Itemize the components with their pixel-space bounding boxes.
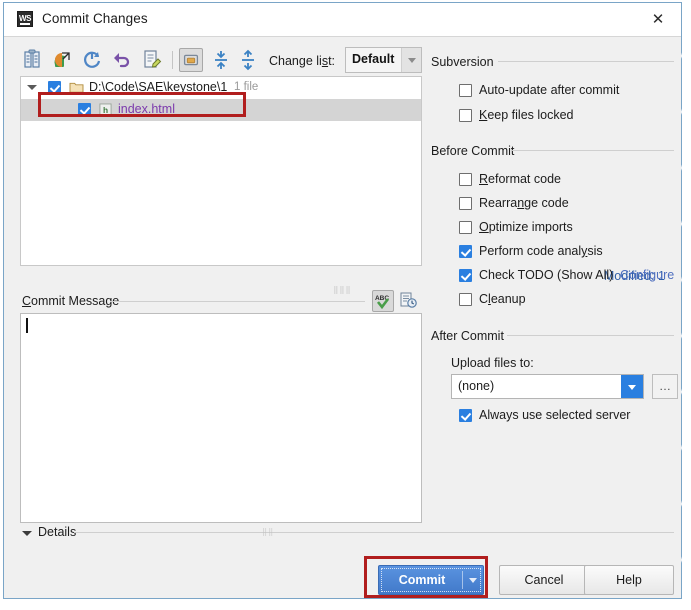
details-grip[interactable]: ⣿⣿: [262, 528, 274, 536]
checkbox-label: Reformat code: [479, 172, 561, 186]
changelist-value: Default: [352, 52, 395, 66]
checkbox-box[interactable]: [459, 269, 472, 282]
checkbox-box[interactable]: [459, 84, 472, 97]
checkbox-box[interactable]: [459, 109, 472, 122]
commit-message-history-icon[interactable]: [398, 290, 420, 312]
chevron-down-icon[interactable]: [22, 531, 32, 536]
after-commit-rule: [507, 335, 674, 336]
checkbox-label: Keep files locked: [479, 108, 574, 122]
expand-all-icon[interactable]: [209, 48, 233, 72]
checkbox-box[interactable]: [459, 197, 472, 210]
show-diff-icon[interactable]: [20, 48, 44, 72]
before-commit-rule: [512, 150, 674, 151]
checkbox-box[interactable]: [459, 409, 472, 422]
subversion-rule: [498, 61, 674, 62]
chevron-down-icon[interactable]: [27, 85, 37, 90]
upload-files-label: Upload files to:: [451, 356, 534, 370]
commit-message-label: Commit Message: [22, 294, 120, 308]
changelist-label: Change list:: [269, 54, 336, 68]
chevron-down-icon[interactable]: [401, 48, 421, 72]
checkbox-label: Optimize imports: [479, 220, 573, 234]
checkbox-label: Rearrange code: [479, 196, 569, 210]
window-title: Commit Changes: [42, 11, 148, 26]
group-by-directory-icon[interactable]: [179, 48, 203, 72]
close-icon[interactable]: ✕: [641, 9, 675, 31]
title-bar: WS Commit Changes ✕: [4, 3, 681, 37]
commit-message-input[interactable]: [20, 313, 422, 523]
cancel-button[interactable]: Cancel: [499, 565, 589, 595]
edit-source-icon[interactable]: [140, 48, 164, 72]
configure-todo-link[interactable]: Configure: [620, 268, 674, 282]
browse-server-button[interactable]: …: [652, 374, 678, 399]
commit-message-rule: [110, 301, 365, 302]
checkbox-box[interactable]: [459, 173, 472, 186]
chevron-down-icon[interactable]: [621, 375, 643, 398]
help-button[interactable]: Help: [584, 565, 674, 595]
torn-edge-bottom: [0, 600, 691, 610]
checkbox-label: Auto-update after commit: [479, 83, 620, 97]
checkbox-label: Cleanup: [479, 292, 526, 306]
splitter-grip[interactable]: ⣿⣿⣿: [4, 286, 681, 294]
checkbox-label: Perform code analysis: [479, 244, 603, 258]
upload-server-value: (none): [458, 379, 495, 393]
upload-server-combobox[interactable]: (none): [451, 374, 644, 399]
details-label: Details: [38, 525, 77, 539]
details-rule: [74, 532, 674, 533]
checkbox-label: Check TODO (Show All): [479, 268, 614, 282]
checkbox-label: Always use selected server: [479, 408, 631, 422]
show-diff-external-icon[interactable]: [50, 48, 74, 72]
toolbar-separator: [172, 51, 173, 69]
checkbox-box[interactable]: [459, 221, 472, 234]
webstorm-icon: WS: [17, 11, 33, 27]
text-caret: [26, 318, 28, 333]
section-title-after-commit: After Commit: [431, 329, 504, 343]
section-title-before-commit: Before Commit: [431, 144, 515, 158]
spellcheck-icon[interactable]: ABC: [372, 290, 394, 312]
section-title-subversion: Subversion: [431, 55, 494, 69]
collapse-all-icon[interactable]: [236, 48, 260, 72]
annotation-box-commit-button: [364, 556, 488, 598]
checkbox-box[interactable]: [459, 245, 472, 258]
checkbox-box[interactable]: [459, 293, 472, 306]
changelist-combobox[interactable]: Default: [345, 47, 422, 73]
refresh-icon[interactable]: [80, 48, 104, 72]
screenshot-root: WS Commit Changes ✕ Change list: Default…: [0, 0, 691, 610]
annotation-box-file-row: [38, 92, 246, 117]
torn-edge-right: [681, 0, 691, 610]
revert-icon[interactable]: [110, 48, 134, 72]
